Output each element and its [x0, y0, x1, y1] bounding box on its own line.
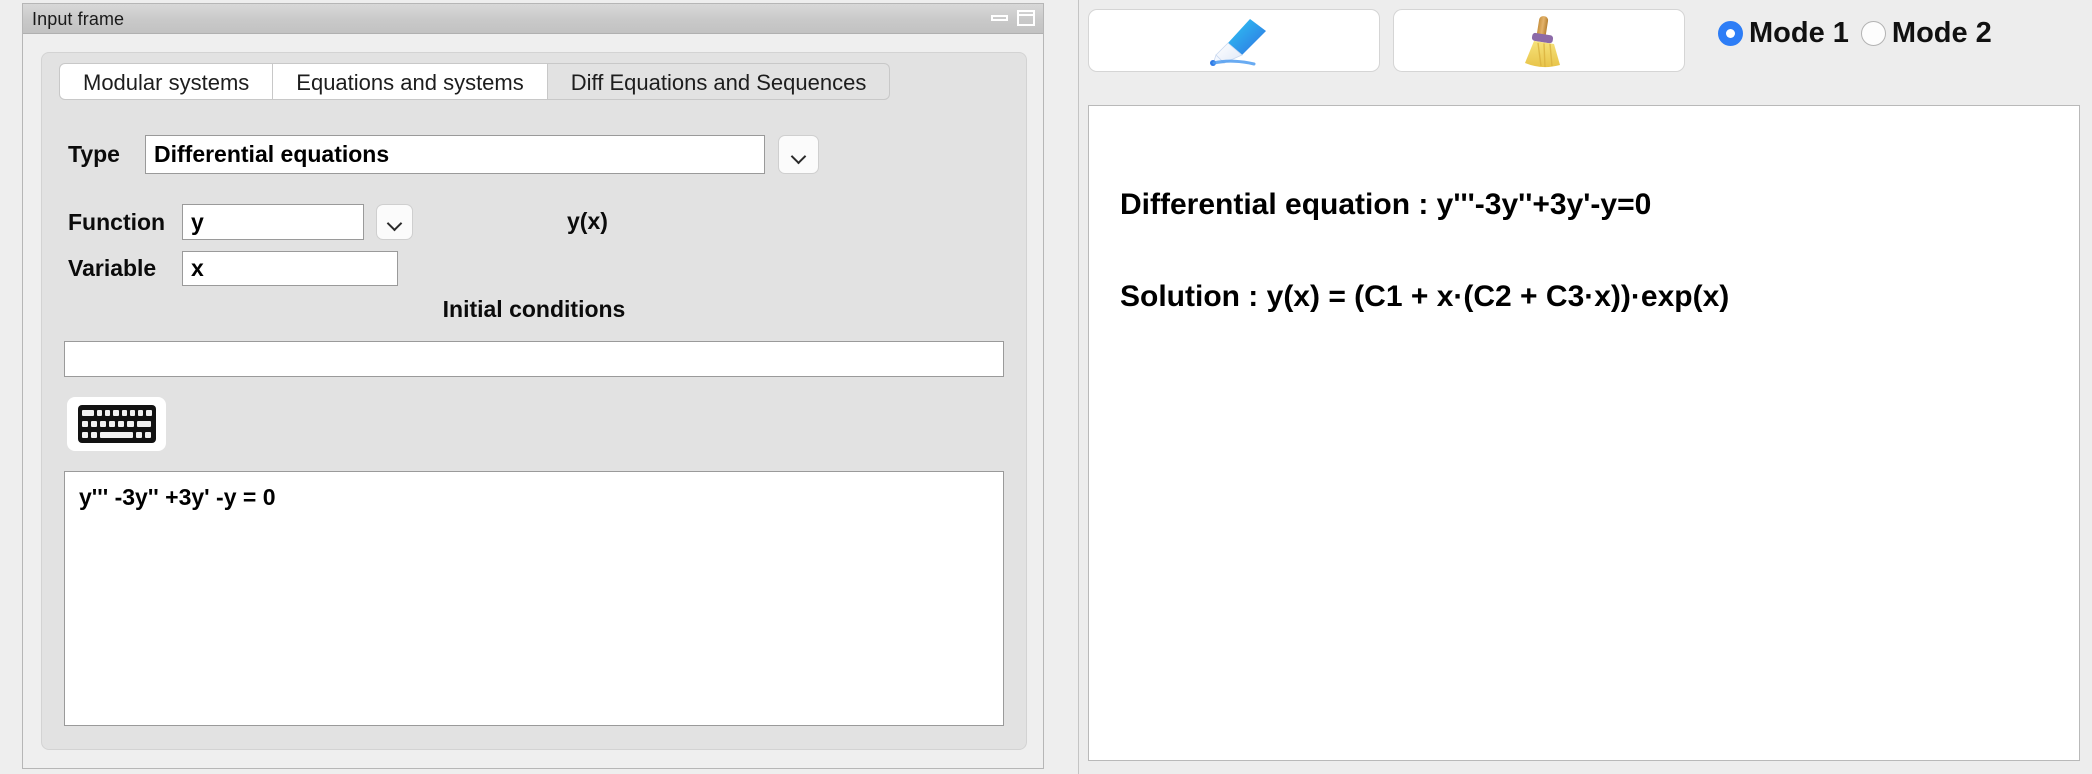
tab-diff-equations-and-sequences[interactable]: Diff Equations and Sequences — [547, 63, 891, 100]
function-label: Function — [68, 208, 166, 235]
window-controls — [991, 10, 1035, 26]
function-dropdown-button[interactable] — [376, 204, 413, 240]
initial-conditions-heading: Initial conditions — [442, 296, 626, 322]
input-panel: Modular systems Equations and systems Di… — [41, 52, 1027, 750]
variable-input[interactable]: x — [182, 251, 398, 286]
tab-equations-and-systems[interactable]: Equations and systems — [273, 63, 548, 100]
mode-radio-group: Mode 1 Mode 2 — [1718, 17, 2004, 50]
equation-input[interactable]: y''' -3y'' +3y' -y = 0 — [64, 471, 1004, 726]
type-label: Type — [68, 141, 120, 167]
mode-2-label[interactable]: Mode 2 — [1892, 17, 1992, 50]
minimize-icon[interactable] — [991, 15, 1008, 21]
chevron-down-icon — [792, 151, 805, 159]
chevron-down-icon — [388, 218, 401, 226]
type-dropdown-button[interactable] — [778, 135, 819, 174]
compute-button[interactable] — [1088, 9, 1380, 72]
application-root: Input frame Modular systems Equations an… — [0, 0, 2092, 774]
virtual-keyboard-button[interactable] — [66, 396, 167, 452]
output-solution-line: Solution : y(x) = (C1 + x·(C2 + C3·x))·e… — [1120, 280, 1730, 313]
clear-button[interactable] — [1393, 9, 1685, 72]
type-input[interactable]: Differential equations — [145, 135, 765, 174]
function-display-label: y(x) — [567, 208, 608, 234]
window-titlebar: Input frame — [23, 4, 1043, 34]
window-title: Input frame — [32, 9, 125, 29]
mode-1-label[interactable]: Mode 1 — [1749, 17, 1849, 50]
function-row: Function y — [68, 204, 413, 240]
keyboard-icon — [77, 405, 156, 443]
radio-mode-1[interactable] — [1718, 21, 1743, 46]
variable-label: Variable — [68, 255, 157, 281]
output-display-area: Differential equation : y'''-3y''+3y'-y=… — [1088, 105, 2080, 761]
function-input[interactable]: y — [182, 204, 364, 240]
output-toolbar: Mode 1 Mode 2 — [1088, 9, 2092, 79]
maximize-icon[interactable] — [1017, 10, 1035, 26]
broom-icon — [1525, 15, 1560, 67]
pen-icon — [1210, 18, 1266, 66]
radio-mode-2[interactable] — [1860, 21, 1886, 46]
input-frame-window: Input frame Modular systems Equations an… — [22, 3, 1044, 769]
output-equation-line: Differential equation : y'''-3y''+3y'-y=… — [1120, 188, 1652, 221]
tab-modular-systems[interactable]: Modular systems — [59, 63, 274, 100]
type-row: Type Differential equations — [68, 135, 819, 174]
initial-conditions-input[interactable] — [64, 341, 1004, 377]
output-side-panel: Mode 1 Mode 2 Differential equation : y'… — [1078, 0, 2092, 774]
tab-bar: Modular systems Equations and systems Di… — [59, 63, 891, 100]
variable-row: Variable x — [68, 251, 398, 286]
